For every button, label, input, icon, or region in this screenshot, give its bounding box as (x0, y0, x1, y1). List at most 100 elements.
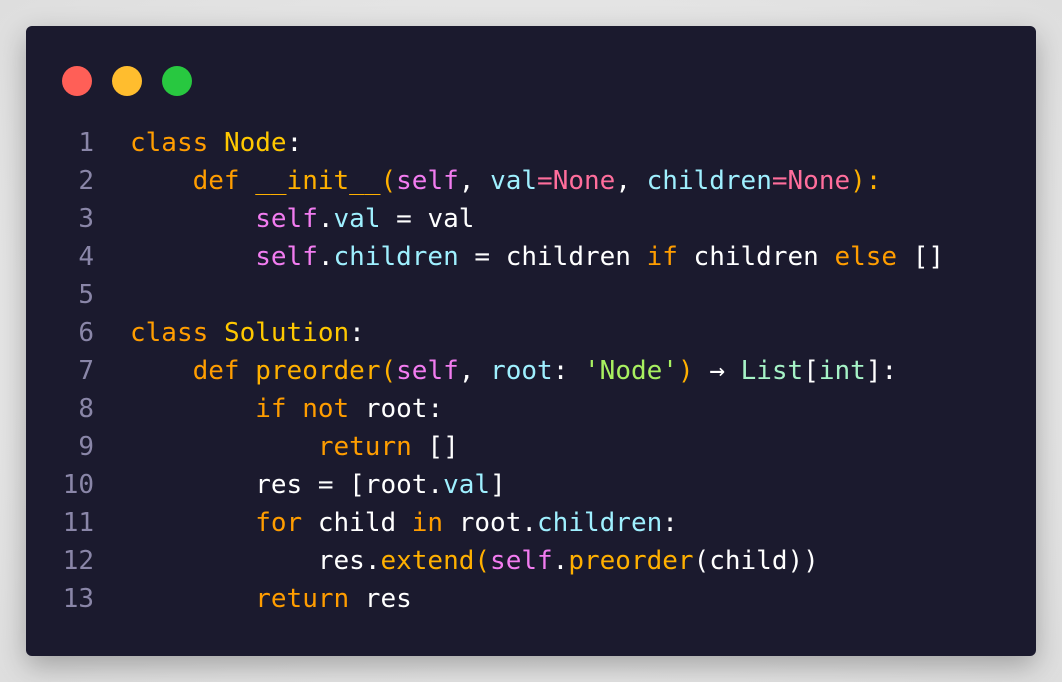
code-line-4: 4 self.children = children if children e… (26, 238, 1036, 276)
window-controls (62, 66, 192, 96)
token-punct: ): (850, 166, 882, 196)
minimize-dot-icon[interactable] (112, 66, 142, 96)
token-none: None (552, 166, 616, 196)
line-number: 3 (78, 204, 94, 234)
code-line-10: 10 res = [root.val] (26, 466, 1036, 504)
token-keyword: for (255, 508, 303, 538)
code-text: res.extend(self.preorder(child)) (130, 542, 819, 580)
close-dot-icon[interactable] (62, 66, 92, 96)
token-text: = val (380, 204, 475, 234)
token-function: preorder (255, 356, 381, 386)
token-attr: val (443, 470, 491, 500)
token-keyword: else (834, 242, 898, 272)
line-number: 4 (78, 242, 94, 272)
token-text: child (302, 508, 412, 538)
token-punct: . (317, 242, 334, 272)
token-punct: : (552, 356, 585, 386)
token-paren: ( (474, 546, 491, 576)
token-keyword: in (411, 508, 444, 538)
line-number: 10 (62, 470, 94, 500)
token-punct: : (349, 318, 365, 348)
line-number: 1 (78, 128, 94, 158)
token-text: res (349, 584, 412, 614)
token-punct: , (458, 166, 491, 196)
token-text: [] (897, 242, 945, 272)
token-param: val (490, 166, 538, 196)
token-punct: : (286, 128, 303, 158)
token-operator: = (771, 166, 788, 196)
code-text: class Solution: (130, 314, 365, 352)
token-class-name: Node (223, 128, 287, 158)
token-class-name: Solution (223, 318, 350, 348)
code-line-3: 3 self.val = val (26, 200, 1036, 238)
code-line-13: 13 return res (26, 580, 1036, 618)
token-text: root (443, 508, 522, 538)
token-keyword: return (255, 584, 350, 614)
token-text: res (317, 546, 365, 576)
line-number: 7 (78, 356, 94, 386)
token-self: self (396, 356, 459, 386)
token-text: ] (490, 470, 506, 500)
token-punct: [ (803, 356, 819, 386)
token-function: extend (380, 546, 475, 576)
code-text: self.val = val (130, 200, 474, 238)
code-text: return res (130, 580, 412, 618)
code-line-9: 9 return [] (26, 428, 1036, 466)
code-line-5: 5 (26, 276, 1036, 314)
code-text: def preorder(self, root: 'Node') → List[… (130, 352, 898, 390)
token-keyword: return (317, 432, 412, 462)
line-number: 11 (62, 508, 94, 538)
background: 1 class Node: 2 def __init__(self, val=N… (0, 0, 1062, 682)
token-keyword: if (255, 394, 287, 424)
line-number: 2 (78, 166, 94, 196)
code-line-2: 2 def __init__(self, val=None, children=… (26, 162, 1036, 200)
code-text: res = [root.val] (130, 466, 506, 504)
token-none: None (787, 166, 851, 196)
token-punct: , (615, 166, 647, 196)
token-text: root: (349, 394, 444, 424)
code-text: return [] (130, 428, 459, 466)
token-keyword: not (302, 394, 350, 424)
token-paren: ( (380, 166, 397, 196)
code-line-11: 11 for child in root.children: (26, 504, 1036, 542)
token-keyword: def (192, 166, 240, 196)
zoom-dot-icon[interactable] (162, 66, 192, 96)
token-param: children (646, 166, 772, 196)
token-keyword: class (130, 128, 209, 158)
token-punct: . (427, 470, 444, 500)
token-punct: . (317, 204, 334, 234)
code-line-1: 1 class Node: (26, 124, 1036, 162)
code-text: class Node: (130, 124, 302, 162)
token-text: [] (411, 432, 459, 462)
token-type: List (740, 356, 804, 386)
code-line-8: 8 if not root: (26, 390, 1036, 428)
line-number: 12 (62, 546, 94, 576)
arrow-icon: → (709, 356, 725, 386)
token-attr: val (333, 204, 381, 234)
code-text: def __init__(self, val=None, children=No… (130, 162, 882, 200)
code-line-12: 12 res.extend(self.preorder(child)) (26, 542, 1036, 580)
token-self: self (255, 242, 318, 272)
token-keyword: if (646, 242, 678, 272)
token-self: self (396, 166, 459, 196)
token-punct: . (521, 508, 538, 538)
code-line-6: 6 class Solution: (26, 314, 1036, 352)
token-punct: . (552, 546, 569, 576)
token-paren: ( (380, 356, 397, 386)
code-window: 1 class Node: 2 def __init__(self, val=N… (26, 26, 1036, 656)
code-text: self.children = children if children els… (130, 238, 944, 276)
line-number: 8 (78, 394, 94, 424)
line-number: 13 (62, 584, 94, 614)
token-text: = children (458, 242, 647, 272)
